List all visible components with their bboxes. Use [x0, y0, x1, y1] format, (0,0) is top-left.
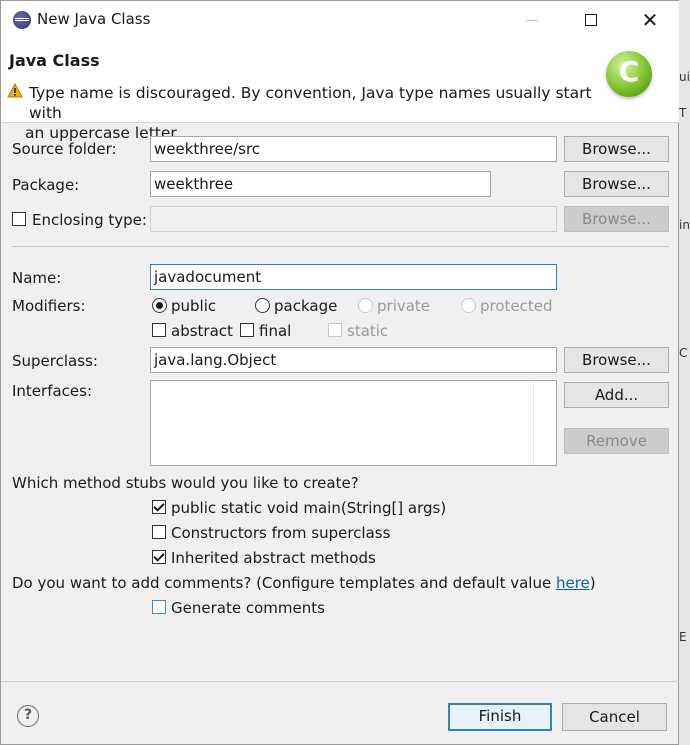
modifier-private-label: private	[377, 297, 431, 315]
modifier-protected-radio[interactable]	[461, 298, 476, 313]
modifier-protected-label: protected	[480, 297, 553, 315]
window-title: New Java Class	[37, 10, 151, 28]
package-field[interactable]: weekthree	[150, 171, 491, 197]
modifier-static-checkbox[interactable]	[328, 323, 342, 337]
comments-question: Do you want to add comments? (Configure …	[12, 574, 596, 592]
name-field[interactable]: javadocument	[150, 264, 557, 290]
modifier-final-label: final	[259, 322, 292, 340]
modifier-abstract-label: abstract	[171, 322, 233, 340]
minimize-icon	[526, 19, 538, 21]
modifier-private-radio[interactable]	[358, 298, 373, 313]
background-fragment: in	[679, 218, 690, 232]
page-title: Java Class	[9, 51, 100, 70]
wizard-header: Java Class Type name is discouraged. By …	[1, 39, 679, 142]
main-method-checkbox[interactable]	[152, 500, 166, 514]
warning-message-line1: Type name is discouraged. By convention,…	[29, 84, 592, 122]
new-class-logo-icon: C	[606, 51, 652, 97]
constructors-checkbox[interactable]	[152, 525, 166, 539]
interfaces-list[interactable]	[150, 380, 557, 466]
background-window-edge: ui T in C E	[679, 0, 690, 745]
title-bar: New Java Class ✕	[1, 1, 679, 39]
enclosing-type-label: Enclosing type:	[32, 211, 147, 229]
background-fragment: T	[679, 106, 687, 120]
enclosing-type-checkbox[interactable]	[12, 212, 26, 226]
source-folder-label: Source folder:	[12, 140, 117, 158]
source-folder-browse-button[interactable]: Browse...	[564, 136, 669, 162]
help-icon[interactable]: ?	[17, 705, 39, 727]
inherited-methods-label: Inherited abstract methods	[171, 549, 376, 567]
superclass-label: Superclass:	[12, 352, 98, 370]
package-browse-button[interactable]: Browse...	[564, 171, 669, 197]
main-method-label: public static void main(String[] args)	[171, 499, 447, 517]
interfaces-list-divider	[533, 383, 534, 465]
background-fragment: E	[679, 630, 687, 644]
constructors-label: Constructors from superclass	[171, 524, 391, 542]
inherited-methods-checkbox[interactable]	[152, 550, 166, 564]
superclass-field[interactable]: java.lang.Object	[150, 347, 557, 373]
close-icon: ✕	[641, 8, 659, 32]
modifier-public-radio[interactable]	[152, 298, 167, 313]
modifier-final-checkbox[interactable]	[240, 323, 254, 337]
configure-templates-link[interactable]: here	[556, 574, 590, 592]
modifiers-label: Modifiers:	[12, 297, 86, 315]
source-folder-field[interactable]: weekthree/src	[150, 136, 557, 162]
maximize-button[interactable]	[562, 1, 620, 39]
name-label: Name:	[12, 269, 62, 287]
package-label: Package:	[12, 176, 80, 194]
minimize-button[interactable]	[503, 1, 561, 39]
finish-button[interactable]: Finish	[448, 703, 552, 731]
generate-comments-checkbox[interactable]	[152, 600, 166, 614]
enclosing-type-browse-button[interactable]: Browse...	[564, 206, 669, 232]
modifier-abstract-checkbox[interactable]	[152, 323, 166, 337]
warning-message: Type name is discouraged. By convention,…	[25, 83, 599, 143]
modifier-static-label: static	[347, 322, 389, 340]
superclass-browse-button[interactable]: Browse...	[564, 347, 669, 373]
modifier-public-label: public	[171, 297, 217, 315]
cancel-button[interactable]: Cancel	[562, 703, 667, 731]
separator	[12, 246, 669, 247]
modifier-package-label: package	[274, 297, 338, 315]
comments-question-text: Do you want to add comments? (Configure …	[12, 574, 556, 592]
footer-separator	[1, 681, 679, 682]
remove-interface-button[interactable]: Remove	[564, 428, 669, 454]
comments-question-end: )	[589, 574, 596, 592]
new-java-class-dialog: New Java Class ✕ Java Class Type name is…	[0, 0, 679, 745]
generate-comments-label: Generate comments	[171, 599, 325, 617]
background-fragment: C	[679, 346, 688, 360]
method-stubs-question: Which method stubs would you like to cre…	[12, 474, 359, 492]
modifier-package-radio[interactable]	[255, 298, 270, 313]
maximize-icon	[585, 14, 597, 26]
interfaces-label: Interfaces:	[12, 382, 93, 400]
add-interface-button[interactable]: Add...	[564, 382, 669, 408]
warning-icon	[7, 83, 23, 98]
close-button[interactable]: ✕	[621, 1, 679, 39]
enclosing-type-field[interactable]	[150, 206, 557, 232]
background-fragment: ui	[679, 70, 690, 84]
eclipse-icon	[13, 11, 31, 29]
